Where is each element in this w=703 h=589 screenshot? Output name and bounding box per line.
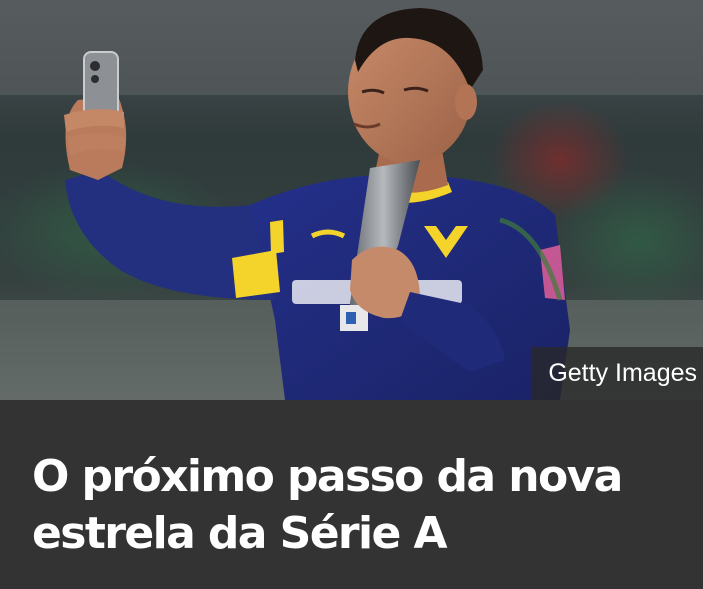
article-card[interactable]: Getty Images O próximo passo da nova est… [0, 0, 703, 589]
headline-line-1: O próximo passo da nova [32, 451, 623, 502]
article-photo[interactable]: Getty Images [0, 0, 703, 400]
headline-line-2: estrela da Série A [32, 508, 448, 559]
player-selfie-photo [0, 0, 703, 400]
article-headline[interactable]: O próximo passo da nova estrela da Série… [32, 448, 682, 562]
image-credit: Getty Images [532, 347, 703, 400]
